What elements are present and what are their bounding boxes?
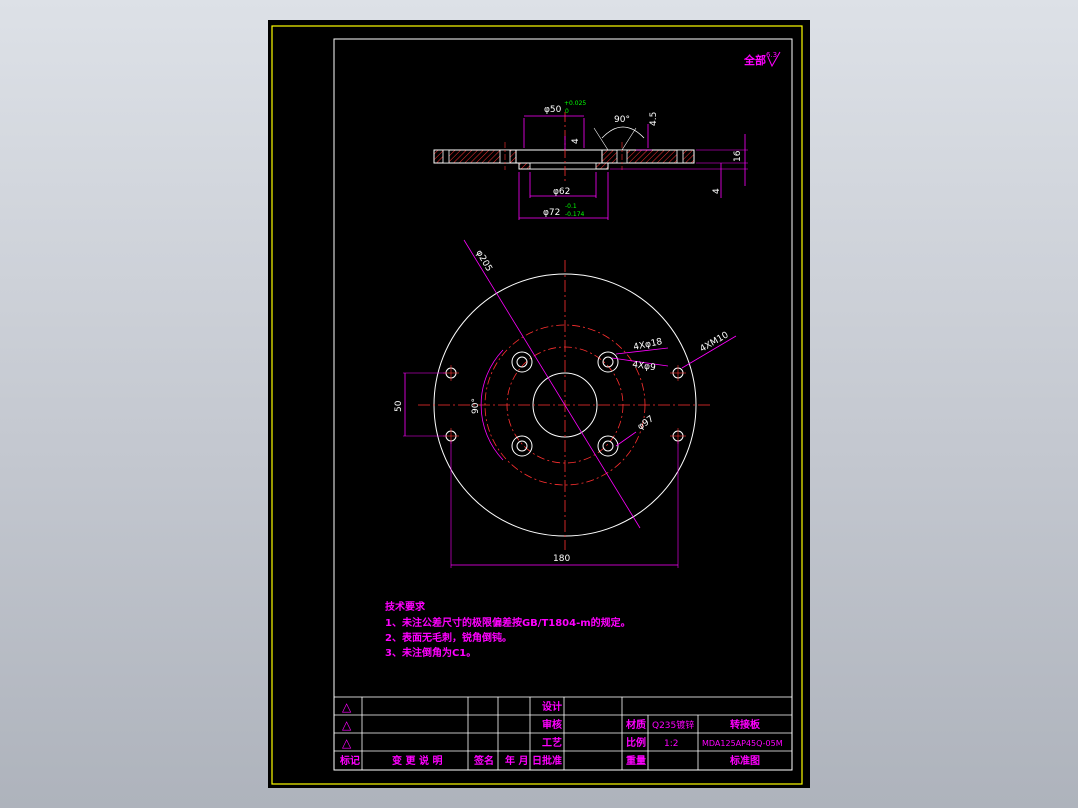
dim-h16: 16	[733, 150, 743, 162]
part-name: 转接板	[730, 718, 761, 731]
dim-d50-tol-lower: 0	[565, 108, 569, 115]
label-design: 设计	[542, 700, 562, 713]
dim-v50: 50	[394, 400, 404, 412]
label-mark: 标记	[339, 754, 360, 767]
dim-angle-plan: 90°	[471, 398, 481, 414]
rev-symbol-1: △	[342, 700, 352, 714]
dim-d97: φ97	[636, 414, 656, 432]
notes-line-1: 1、未注公差尺寸的极限偏差按GB/T1804-m的规定。	[385, 616, 631, 629]
dim-d72-tol-lower: -0.174	[565, 211, 585, 218]
dim-h45: 4.5	[649, 112, 659, 126]
outer-frame	[271, 25, 803, 785]
dim-h4-bottom: 4	[712, 188, 722, 194]
drawing-number: MDA125AP45Q-05M	[702, 739, 783, 748]
label-date: 年 月 日	[505, 754, 542, 767]
label-weight: 重量	[626, 754, 646, 767]
corner-roughness: 6.3	[766, 51, 777, 59]
section-view	[433, 112, 748, 220]
label-material: 材质	[626, 718, 646, 731]
dim-hole9: 4Xφ9	[632, 360, 657, 373]
notes-line-2: 2、表面无毛刺，锐角倒钝。	[385, 631, 512, 644]
standard-label: 标准图	[729, 754, 760, 767]
dim-d50: φ50	[544, 105, 562, 115]
rev-symbol-2: △	[342, 718, 352, 732]
dim-d62: φ62	[553, 187, 570, 197]
dim-d72-tol-upper: -0.1	[565, 203, 577, 210]
label-change: 变 更 说 明	[392, 754, 442, 767]
dim-h180: 180	[553, 554, 570, 564]
value-scale: 1:2	[664, 739, 678, 749]
value-material: Q235镀锌	[652, 719, 694, 731]
label-process: 工艺	[542, 736, 562, 749]
label-approve: 批准	[542, 754, 562, 767]
plan-view	[403, 239, 737, 568]
dim-d50-tol-upper: +0.025	[564, 100, 586, 107]
label-review: 审核	[542, 718, 562, 731]
corner-mark: 全部	[743, 53, 766, 67]
drawing-sheet: 全部 6.3 φ50 +0.025 0 90° 4.5 4 16 4 φ62 φ…	[268, 20, 810, 788]
dim-d72: φ72	[543, 208, 560, 218]
label-sign: 签名	[473, 754, 494, 767]
notes-line-3: 3、未注倒角为C1。	[385, 646, 476, 659]
notes-title: 技术要求	[385, 600, 426, 613]
label-scale: 比例	[626, 736, 646, 749]
dim-h4-inner: 4	[571, 138, 581, 144]
cad-drawing: 全部 6.3 φ50 +0.025 0 90° 4.5 4 16 4 φ62 φ…	[271, 25, 803, 785]
dim-angle-top: 90°	[614, 115, 630, 125]
rev-symbol-3: △	[342, 736, 352, 750]
